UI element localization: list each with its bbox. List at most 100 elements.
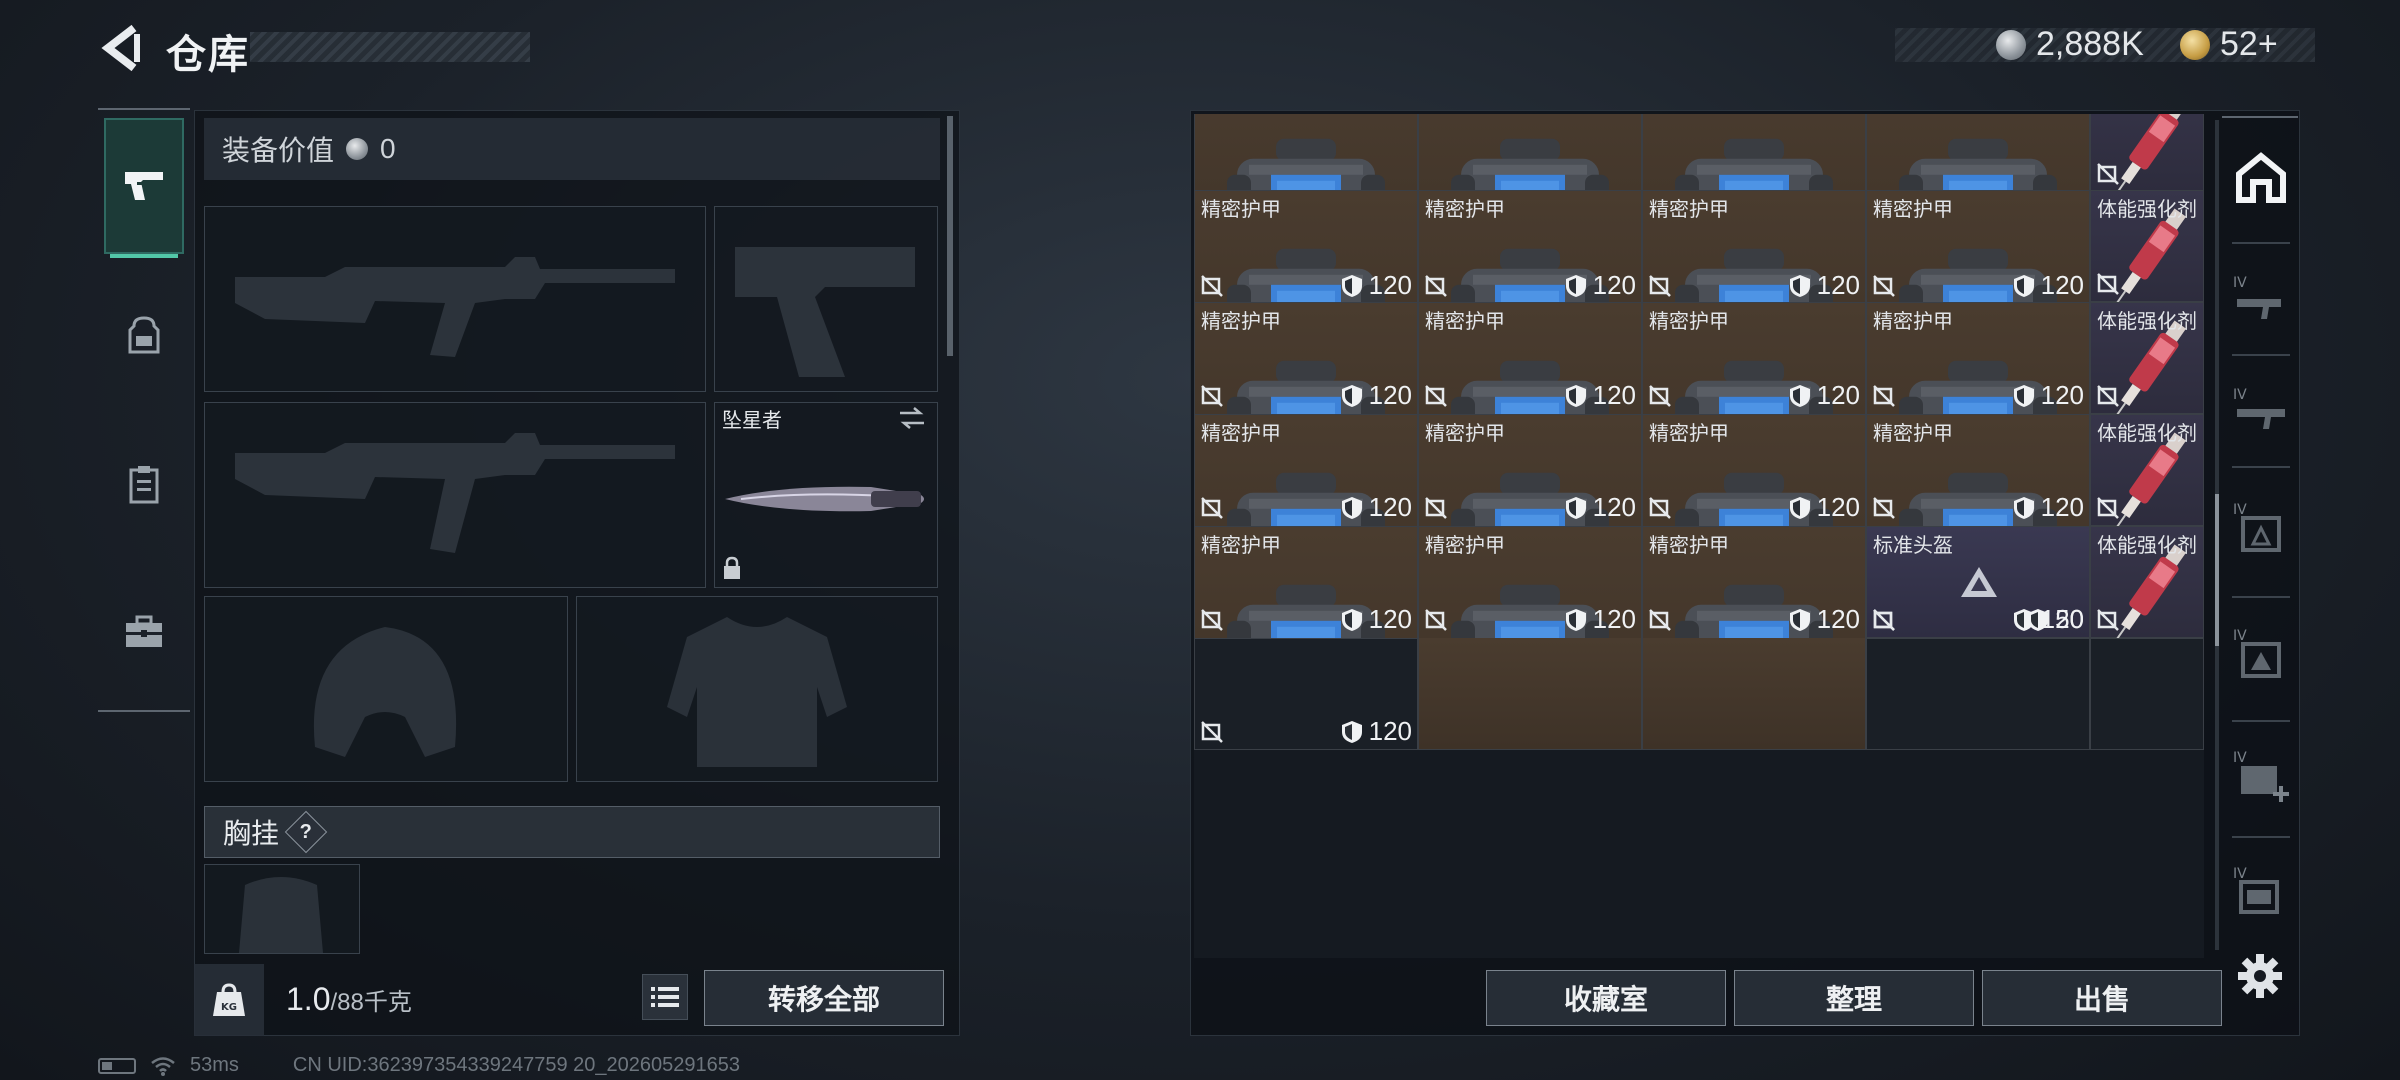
tab-armor-case[interactable]: IV	[2226, 478, 2296, 578]
shield-icon	[1565, 384, 1587, 408]
durability: 120	[1789, 270, 1860, 301]
divider	[2232, 466, 2290, 468]
swap-icon[interactable]	[898, 406, 926, 430]
armor-silhouette-icon	[667, 617, 847, 767]
divider	[2232, 354, 2290, 356]
shield-icon	[1565, 496, 1587, 520]
briefcase-icon	[126, 615, 162, 647]
battery-icon	[98, 1057, 136, 1074]
tab-helmet-case[interactable]: IV	[2226, 604, 2296, 704]
item-name: 精密护甲	[1649, 199, 1729, 221]
safehouse-icon	[2236, 152, 2286, 203]
durability-value: 50	[2055, 604, 2084, 634]
body-armor-slot[interactable]	[576, 596, 938, 782]
sell-button[interactable]: 出售	[1982, 970, 2222, 1026]
shield-icon	[1789, 496, 1811, 520]
durability-value: 120	[1816, 604, 1860, 634]
svg-text:IV: IV	[2233, 628, 2247, 644]
empty-grid-cell[interactable]	[1866, 638, 2090, 750]
durability-value: 120	[1368, 492, 1412, 522]
sort-button[interactable]: 整理	[1734, 970, 1974, 1026]
help-badge[interactable]: ?	[284, 810, 328, 854]
backpack-icon	[128, 316, 160, 354]
tab-rifle-case-2[interactable]: IV	[2226, 360, 2296, 460]
svg-text:IV: IV	[2233, 387, 2247, 403]
tab-kits[interactable]	[104, 564, 184, 700]
list-icon	[651, 987, 679, 1007]
rifle-case-icon: IV	[2233, 387, 2285, 429]
item-name: 精密护甲	[1873, 199, 1953, 221]
durability-value: 120	[1368, 270, 1412, 300]
weight-current: 1.0	[286, 981, 331, 1017]
tab-supplies[interactable]	[104, 416, 184, 552]
armor-case-icon: IV	[2233, 502, 2281, 552]
knife-icon	[725, 486, 924, 512]
collection-room-button[interactable]: 收藏室	[1486, 970, 1726, 1026]
svg-text:IV: IV	[2233, 750, 2247, 766]
back-button[interactable]	[96, 20, 148, 76]
item-name: 精密护甲	[1201, 199, 1281, 221]
tabs-bottom-divider	[98, 710, 190, 712]
durability: 120	[2013, 270, 2084, 301]
primary-weapon-slot-1[interactable]	[204, 206, 706, 392]
durability: 120	[1789, 604, 1860, 635]
ping: 53ms	[190, 1054, 239, 1076]
gold-amount: 52+	[2220, 25, 2278, 63]
durability: 120	[1341, 380, 1412, 411]
helmet-case-icon: IV	[2233, 628, 2281, 678]
loadout-scrollbar[interactable]	[947, 116, 953, 356]
durability-value: 120	[1592, 270, 1636, 300]
sidearm-slot[interactable]	[714, 206, 938, 392]
durability: 120	[1789, 380, 1860, 411]
shield-icon	[2013, 274, 2035, 298]
tab-backpack[interactable]	[104, 268, 184, 404]
silver-coin-icon	[1996, 29, 2026, 60]
tab-weapons[interactable]	[104, 118, 184, 258]
shield-icon	[1565, 608, 1587, 632]
shield-icon	[1341, 720, 1363, 744]
shield-icon	[2013, 496, 2035, 520]
durability: 120	[1789, 492, 1860, 523]
durability: 120	[1341, 604, 1412, 635]
silver-coin-icon	[346, 138, 369, 160]
durability-value: 120	[2040, 270, 2084, 300]
helmet-slot[interactable]	[204, 596, 568, 782]
storage-scroll-thumb[interactable]	[2215, 494, 2219, 646]
inventory-item-tail[interactable]	[1418, 638, 1642, 750]
wifi-icon	[151, 1056, 175, 1076]
storage-grid: 精密护甲精密护甲精密护甲体能强化剂精密护甲精密护甲精密护甲精密护甲体能强化剂精密…	[1194, 114, 2204, 958]
currency-gold[interactable]: 52+	[2180, 25, 2278, 64]
durability-value: 120	[1368, 716, 1412, 746]
divider	[2232, 836, 2290, 838]
transfer-all-button[interactable]: 转移全部	[704, 970, 944, 1026]
durability-value: 120	[1592, 604, 1636, 634]
gold-coin-icon	[2180, 29, 2210, 60]
equipment-value-header: 装备价值 0	[204, 118, 940, 180]
durability: 50	[2027, 604, 2084, 635]
storage-case-icon: IV	[2233, 866, 2279, 914]
rifle-case-icon: IV	[2233, 275, 2281, 319]
durability: 120	[1565, 380, 1636, 411]
right-tabs-top-divider	[2222, 116, 2298, 118]
durability-value: 120	[2040, 380, 2084, 410]
rifle-silhouette-icon	[235, 257, 675, 357]
shield-icon	[2013, 384, 2035, 408]
primary-weapon-slot-2[interactable]	[204, 402, 706, 588]
tab-storage-case[interactable]: IV	[2226, 842, 2296, 942]
weight-icon: KG	[194, 964, 264, 1036]
chest-rig-slot[interactable]	[204, 864, 360, 954]
list-view-button[interactable]	[642, 974, 688, 1020]
settings-gear-icon[interactable]	[2236, 952, 2284, 1000]
tab-rifle-case-1[interactable]: IV	[2226, 248, 2296, 348]
tab-medical-case[interactable]: IV	[2226, 726, 2296, 826]
durability-value: 120	[1816, 270, 1860, 300]
not-sellable-icon	[2096, 608, 2120, 952]
inventory-item-tail[interactable]	[1642, 638, 1866, 750]
durability-value: 120	[1816, 492, 1860, 522]
tab-safehouse[interactable]	[2226, 128, 2296, 228]
durability: 120	[2013, 380, 2084, 411]
equipment-value-label: 装备价值	[222, 135, 335, 166]
equipment-value: 0	[380, 133, 396, 164]
shield-icon	[1789, 608, 1811, 632]
tabs-top-divider	[98, 108, 190, 110]
